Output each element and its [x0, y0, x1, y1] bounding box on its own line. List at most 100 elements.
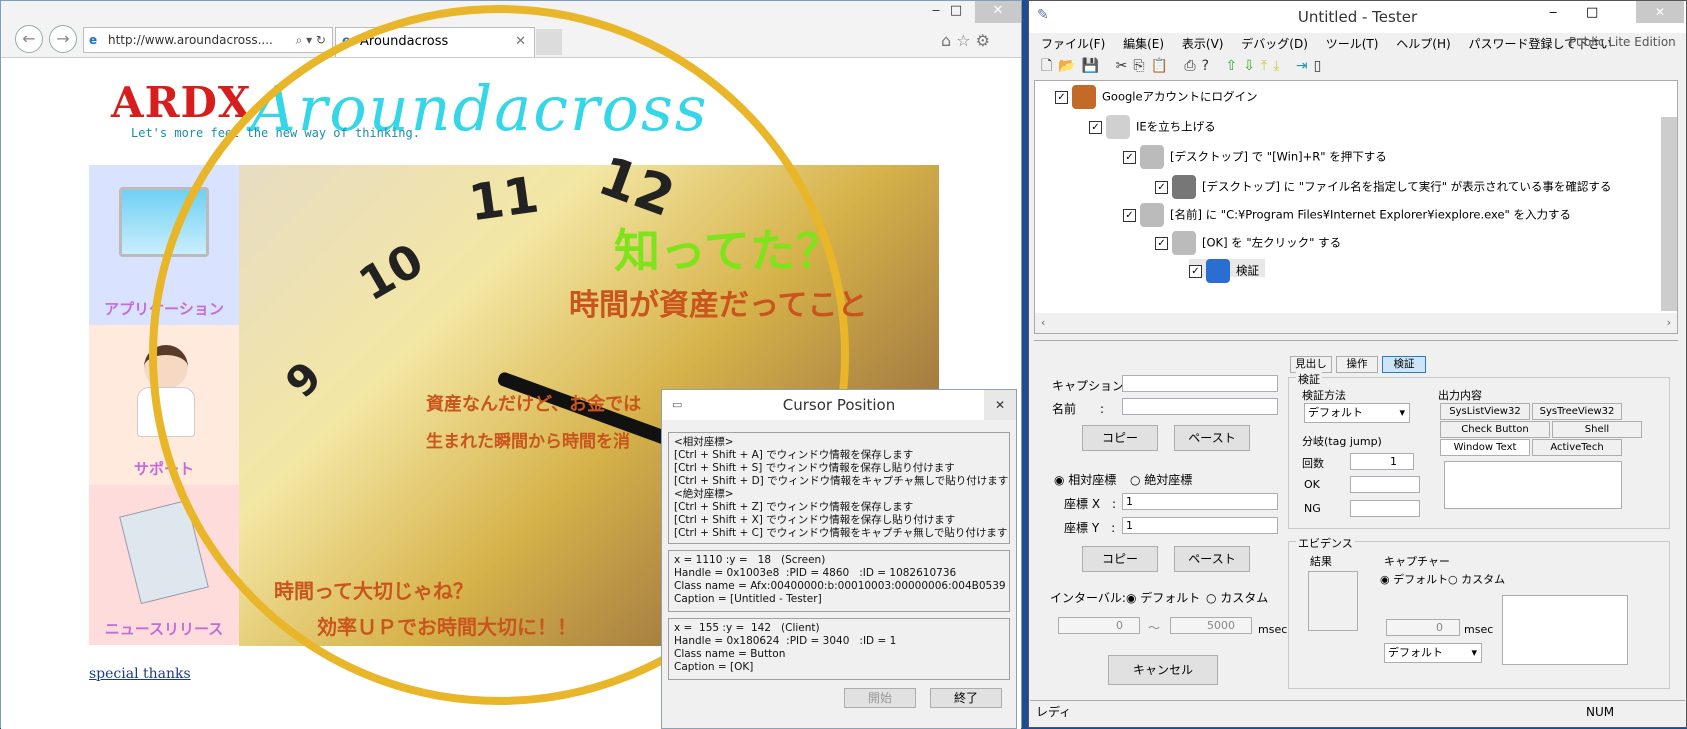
- paste-button[interactable]: ペースト: [1174, 425, 1250, 451]
- output-tab-systreeview[interactable]: SysTreeView32: [1532, 403, 1622, 420]
- verify-method-label: 検証方法: [1302, 389, 1346, 402]
- output-tab-checkbutton[interactable]: Check Button: [1440, 421, 1550, 438]
- checkbox[interactable]: ✓: [1089, 120, 1102, 134]
- address-bar[interactable]: e http://www.aroundacross.... ⌕ ▾ ↻: [83, 27, 333, 53]
- interval-default-radio[interactable]: ◉ デフォルト: [1126, 589, 1200, 606]
- tree-node-selected[interactable]: ✓ 検証: [1189, 259, 1265, 283]
- output-tab-shell[interactable]: Shell: [1552, 421, 1642, 438]
- capture-value-input[interactable]: 0: [1386, 619, 1460, 636]
- coord-x-label: 座標 X :: [1064, 497, 1117, 511]
- tab-operation[interactable]: 操作: [1336, 356, 1378, 373]
- tree-hscrollbar[interactable]: ‹ ›: [1035, 313, 1677, 333]
- output-tab-syslistview[interactable]: SysListView32: [1440, 403, 1530, 420]
- back-icon[interactable]: ←: [15, 25, 43, 53]
- tester-titlebar: ✎ Untitled - Tester ‒ □ ✕: [1029, 1, 1686, 33]
- paste-icon[interactable]: 📋: [1151, 58, 1174, 74]
- capture-label: キャプチャー: [1384, 555, 1450, 568]
- dialog-titlebar: ▭ Cursor Position ✕: [662, 390, 1016, 420]
- home-star-gear-icons[interactable]: ⌂ ☆ ⚙: [941, 31, 990, 50]
- tree-node[interactable]: ✓ [OK] を "左クリック" する: [1155, 231, 1341, 255]
- count-input[interactable]: 1: [1350, 453, 1414, 470]
- tester-close-button[interactable]: ✕: [1636, 1, 1684, 23]
- pen-icon: [1106, 115, 1130, 139]
- start-button[interactable]: 開始: [844, 688, 916, 708]
- dialog-title: Cursor Position: [782, 396, 896, 414]
- book-icon: [1072, 85, 1096, 109]
- search-refresh-icons[interactable]: ⌕ ▾ ↻: [296, 28, 326, 52]
- ng-input[interactable]: [1350, 500, 1420, 517]
- tree-node[interactable]: ✓ IEを立ち上げる: [1089, 115, 1216, 139]
- up-arrow-icon[interactable]: ⇧: [1226, 58, 1244, 74]
- verify-method-select[interactable]: デフォルト ▾: [1304, 403, 1410, 423]
- tree-node[interactable]: ✓ [デスクトップ] で "[Win]+R" を押下する: [1123, 145, 1387, 169]
- down-arrow-icon[interactable]: ⇩: [1243, 58, 1261, 74]
- output-textarea[interactable]: [1444, 461, 1622, 509]
- cancel-button[interactable]: キャンセル: [1108, 655, 1218, 685]
- checkbox[interactable]: ✓: [1123, 150, 1136, 164]
- interval-to-input[interactable]: 5000: [1170, 617, 1252, 634]
- dialog-close-button[interactable]: ✕: [984, 390, 1016, 420]
- tester-minimize-button[interactable]: ‒: [1549, 5, 1557, 20]
- output-tab-windowtext[interactable]: Window Text: [1440, 439, 1530, 456]
- print-icon[interactable]: ⎙: [1184, 58, 1201, 74]
- ok-input[interactable]: [1350, 476, 1420, 493]
- menu-edit[interactable]: 編集(E): [1123, 37, 1164, 51]
- caption-input[interactable]: [1122, 375, 1278, 392]
- hero-text-3: 時間って大切じゃね？: [274, 579, 473, 603]
- checkbox[interactable]: ✓: [1155, 180, 1168, 194]
- interval-from-input[interactable]: 0: [1058, 617, 1140, 634]
- maximize-button[interactable]: □: [936, 1, 976, 23]
- paste-button-2[interactable]: ペースト: [1174, 546, 1250, 572]
- menu-file[interactable]: ファイル(F): [1041, 37, 1105, 51]
- checkbox[interactable]: ✓: [1155, 236, 1168, 250]
- address-text: http://www.aroundacross....: [108, 33, 273, 47]
- menu-view[interactable]: 表示(V): [1182, 37, 1224, 51]
- chevron-down-icon: ▾: [1399, 406, 1405, 419]
- capture-default-radio[interactable]: ◉ デフォルト: [1380, 571, 1448, 587]
- hand-icon: [1140, 145, 1164, 169]
- save-icon[interactable]: 💾: [1082, 58, 1105, 74]
- tree-node[interactable]: ✓ [名前] に "C:¥Program Files¥Internet Explo…: [1123, 203, 1571, 227]
- top-arrow-icon[interactable]: ⤒: [1261, 58, 1273, 74]
- open-icon[interactable]: 📂: [1058, 58, 1081, 74]
- bottom-arrow-icon[interactable]: ⤓: [1273, 58, 1285, 74]
- forward-icon[interactable]: →: [49, 25, 77, 53]
- output-tab-activetech[interactable]: ActiveTech: [1532, 439, 1622, 456]
- cut-icon[interactable]: ✂: [1116, 58, 1134, 74]
- status-num: NUM: [1586, 705, 1615, 719]
- capture-custom-radio[interactable]: ○ カスタム: [1448, 571, 1505, 587]
- checkbox[interactable]: ✓: [1123, 208, 1136, 222]
- tree-node[interactable]: ✓ Googleアカウントにログイン: [1055, 85, 1258, 109]
- coord-y-input[interactable]: 1: [1122, 517, 1278, 534]
- menu-debug[interactable]: デバッグ(D): [1241, 37, 1308, 51]
- side-item-label: ニュースリリース: [104, 620, 224, 638]
- menu-tools[interactable]: ツール(T): [1326, 37, 1379, 51]
- interval-custom-radio[interactable]: ○ カスタム: [1206, 589, 1268, 606]
- absolute-radio[interactable]: ○ 絶対座標: [1130, 471, 1192, 488]
- special-thanks-link[interactable]: special thanks: [89, 666, 191, 682]
- close-button[interactable]: ✕: [975, 1, 1021, 23]
- capture-textarea[interactable]: [1502, 595, 1628, 665]
- logo-ardx: ARDX: [111, 78, 252, 127]
- coord-x-input[interactable]: 1: [1122, 493, 1278, 510]
- copy-button-2[interactable]: コピー: [1082, 546, 1158, 572]
- menu-help[interactable]: ヘルプ(H): [1396, 37, 1450, 51]
- end-button[interactable]: 終了: [930, 688, 1002, 708]
- relative-radio[interactable]: ◉ 相対座標: [1054, 471, 1116, 488]
- copy-button[interactable]: コピー: [1082, 425, 1158, 451]
- copy-icon[interactable]: ⎘: [1133, 58, 1150, 74]
- blank-icon[interactable]: ▯: [1314, 58, 1328, 74]
- tree-node[interactable]: ✓ [デスクトップ] に "ファイル名を指定して実行" が表示されている事を確認す…: [1155, 175, 1611, 199]
- new-icon[interactable]: 🗋: [1041, 58, 1058, 74]
- tab-verify[interactable]: 検証: [1382, 356, 1426, 373]
- checkbox[interactable]: ✓: [1055, 90, 1068, 104]
- tester-maximize-button[interactable]: □: [1586, 5, 1598, 20]
- tree-vscrollbar[interactable]: [1661, 117, 1677, 311]
- evidence-label: エビデンス: [1296, 535, 1355, 551]
- tilde-label: ～: [1148, 621, 1161, 635]
- name-input[interactable]: [1122, 398, 1278, 415]
- capture-select[interactable]: デフォルト ▾: [1384, 643, 1482, 663]
- checkbox[interactable]: ✓: [1189, 264, 1202, 278]
- help-icon[interactable]: ?: [1202, 58, 1215, 74]
- export-icon[interactable]: ⇥: [1296, 58, 1314, 74]
